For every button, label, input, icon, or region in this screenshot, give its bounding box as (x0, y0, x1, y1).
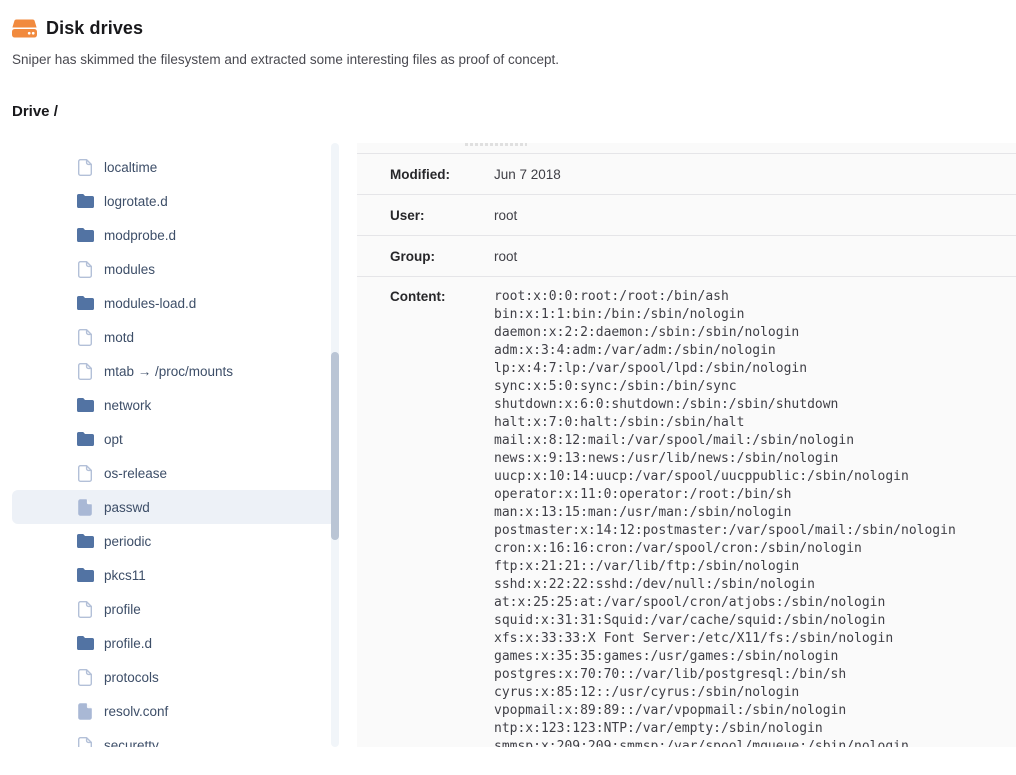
tree-item-label: securetty (104, 738, 159, 748)
tree-item[interactable]: modules-load.d (12, 286, 339, 320)
tree-item[interactable]: localtime (12, 150, 339, 184)
tree-item-label: motd (104, 330, 134, 345)
detail-row-label: Group: (390, 249, 494, 264)
page-subtitle: Sniper has skimmed the filesystem and ex… (12, 52, 559, 67)
folder-icon (77, 636, 94, 650)
tree-item[interactable]: os-release (12, 456, 339, 490)
tree-item[interactable]: profile.d (12, 626, 339, 660)
file-icon (78, 261, 92, 278)
tree-item[interactable]: periodic (12, 524, 339, 558)
clipped-row-remnant (465, 143, 527, 146)
tree-item[interactable]: securetty (12, 728, 339, 747)
tree-item-label: periodic (104, 534, 151, 549)
tree-item[interactable]: motd (12, 320, 339, 354)
tree-item-label: modules-load.d (104, 296, 196, 311)
disk-drives-page: Disk drives Sniper has skimmed the files… (0, 0, 1016, 775)
tree-item-label: pkcs11 (104, 568, 146, 583)
file-content-text: root:x:0:0:root:/root:/bin/ash bin:x:1:1… (494, 288, 956, 747)
file-icon (78, 465, 92, 482)
tree-item[interactable]: protocols (12, 660, 339, 694)
tree-item-label: passwd (104, 500, 150, 515)
tree-item-label: profile.d (104, 636, 152, 651)
tree-item-label: modules (104, 262, 155, 277)
tree-item-label: mtab → /proc/mounts (104, 364, 233, 379)
file-icon (78, 329, 92, 346)
page-title: Disk drives (46, 18, 143, 39)
sidebar-scrollbar-thumb[interactable] (331, 352, 339, 540)
folder-icon (77, 194, 94, 208)
detail-row-value: root (494, 249, 517, 264)
tree-item[interactable]: modprobe.d (12, 218, 339, 252)
folder-icon (77, 398, 94, 412)
detail-rows: Modified: Jun 7 2018 User: root Group: r… (357, 153, 1016, 277)
folder-icon (77, 228, 94, 242)
detail-row: User: root (357, 195, 1016, 236)
tree-item[interactable]: opt (12, 422, 339, 456)
detail-row: Modified: Jun 7 2018 (357, 154, 1016, 195)
folder-icon (77, 432, 94, 446)
file-icon (78, 601, 92, 618)
tree-item-label: localtime (104, 160, 157, 175)
file-tree: localtime logrotate.d modprobe.d modules… (12, 143, 339, 747)
tree-item-label: os-release (104, 466, 167, 481)
tree-item-label: logrotate.d (104, 194, 168, 209)
tree-item[interactable]: network (12, 388, 339, 422)
folder-icon (77, 534, 94, 548)
tree-item[interactable]: mtab → /proc/mounts (12, 354, 339, 388)
folder-icon (77, 296, 94, 310)
tree-item[interactable]: resolv.conf (12, 694, 339, 728)
detail-row: Group: root (357, 236, 1016, 277)
page-header: Disk drives (12, 18, 1016, 39)
tree-item-label: modprobe.d (104, 228, 176, 243)
detail-row-label: User: (390, 208, 494, 223)
tree-item-label: network (104, 398, 151, 413)
folder-icon (77, 568, 94, 582)
hard-drive-icon (12, 18, 37, 39)
tree-item[interactable]: profile (12, 592, 339, 626)
tree-item[interactable]: pkcs11 (12, 558, 339, 592)
tree-item-label: resolv.conf (104, 704, 168, 719)
sidebar-scrollbar-track[interactable] (331, 143, 339, 747)
detail-row-value: root (494, 208, 517, 223)
drive-heading: Drive / (12, 103, 58, 120)
detail-row-label: Modified: (390, 167, 494, 182)
tree-item-label: protocols (104, 670, 159, 685)
tree-item-label: profile (104, 602, 141, 617)
content-area: localtime logrotate.d modprobe.d modules… (0, 143, 1016, 747)
file-icon (78, 669, 92, 686)
tree-item[interactable]: logrotate.d (12, 184, 339, 218)
content-row: Content: root:x:0:0:root:/root:/bin/ash … (357, 276, 1016, 747)
tree-item-label: opt (104, 432, 123, 447)
content-label: Content: (390, 288, 494, 304)
tree-item[interactable]: modules (12, 252, 339, 286)
file-icon (78, 363, 92, 380)
tree-item[interactable]: passwd (12, 490, 339, 524)
file-icon (78, 737, 92, 748)
file-icon (78, 159, 92, 176)
file-icon (78, 499, 92, 516)
file-details-panel: Modified: Jun 7 2018 User: root Group: r… (357, 143, 1016, 747)
file-icon (78, 703, 92, 720)
detail-row-value: Jun 7 2018 (494, 167, 561, 182)
